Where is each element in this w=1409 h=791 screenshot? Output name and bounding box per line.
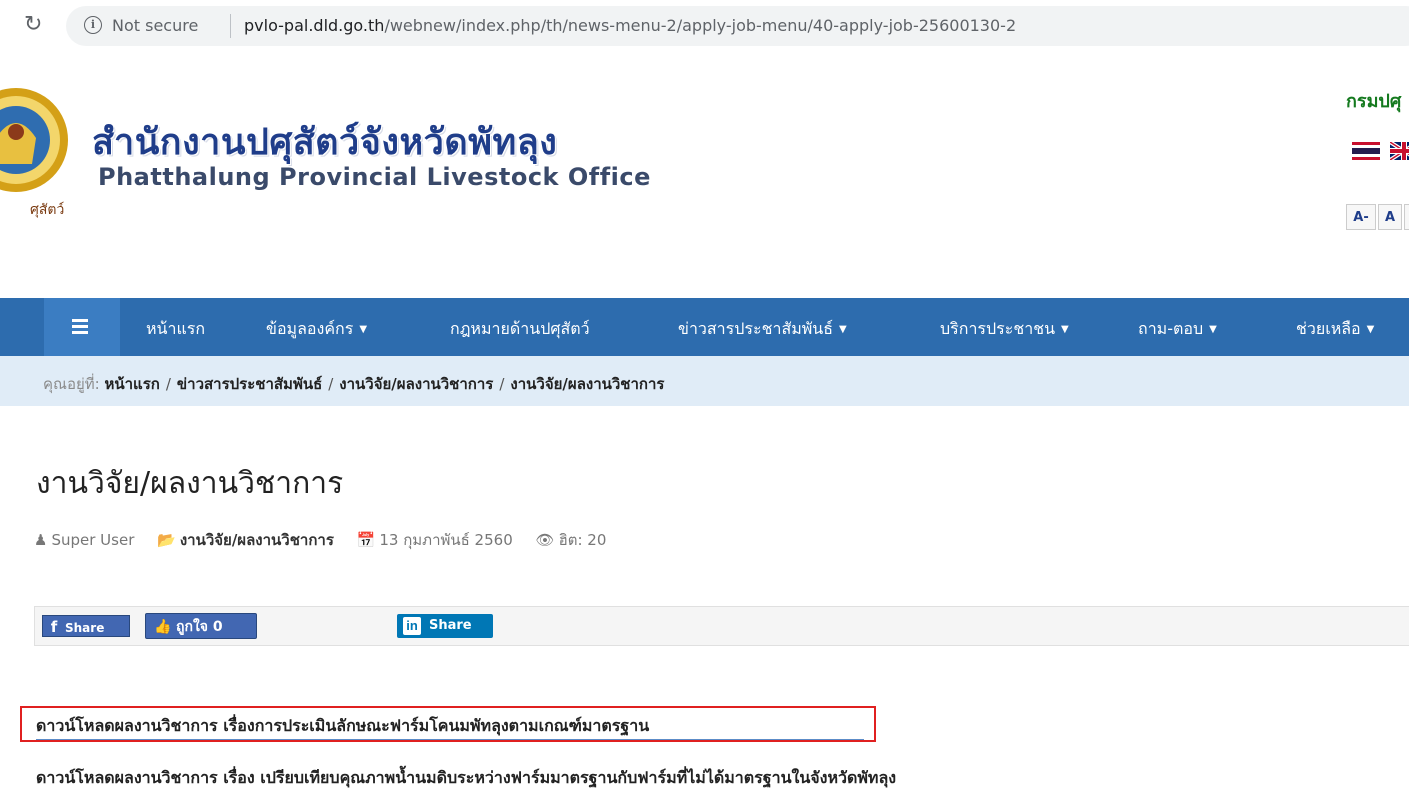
site-title-english[interactable]: Phatthalung Provincial Livestock Office [98,163,651,191]
nav-item-organization[interactable]: ข้อมูลองค์กร ▼ [266,317,367,342]
user-icon: ♟ [34,531,48,549]
calendar-icon: 📅 [356,531,376,549]
facebook-share-button[interactable]: f Share [42,615,130,637]
font-reset-button[interactable]: A [1378,204,1402,230]
caret-down-icon: ▼ [1061,324,1069,335]
breadcrumb-label: คุณอยู่ที่: [43,375,100,393]
menu-toggle-button[interactable] [44,298,120,356]
caret-down-icon: ▼ [359,324,368,335]
address-divider [230,14,231,38]
hamburger-icon [72,319,88,322]
breadcrumb-research-link[interactable]: งานวิจัย/ผลงานวิชาการ [339,375,493,393]
facebook-like-button[interactable]: 👍 ถูกใจ 0 [145,613,257,639]
nav-item-livestock-law[interactable]: กฎหมายด้านปศุสัตว์ [450,317,590,342]
url-text[interactable]: pvlo-pal.dld.go.th/webnew/index.php/th/n… [244,16,1016,35]
address-bar[interactable]: i Not secure pvlo-pal.dld.go.th/webnew/i… [66,6,1409,46]
site-title-thai[interactable]: สำนักงานปศุสัตว์จังหวัดพัทลุง [92,113,557,170]
page-title: งานวิจัย/ผลงานวิชาการ [36,466,344,501]
reload-icon[interactable]: ↻ [24,14,42,36]
breadcrumb-news-link[interactable]: ข่าวสารประชาสัมพันธ์ [177,375,322,393]
share-bar: f Share 👍 ถูกใจ 0 in Share [34,606,1409,646]
download-link[interactable]: ดาวน์โหลดผลงานวิชาการ เรื่อง เปรียบเทียบ… [36,766,896,791]
caret-down-icon: ▼ [839,324,847,335]
uk-flag-icon[interactable] [1390,142,1409,160]
url-path: /webnew/index.php/th/news-menu-2/apply-j… [384,16,1017,35]
caret-down-icon: ▼ [1366,324,1375,335]
eye-icon: 👁 [535,531,555,549]
folder-icon: 📂 [157,531,176,549]
font-decrease-button[interactable]: A- [1346,204,1376,230]
nav-item-home[interactable]: หน้าแรก [146,317,205,342]
breadcrumb: คุณอยู่ที่: หน้าแรก / ข่าวสารประชาสัมพันธ์… [0,356,1409,406]
department-link[interactable]: กรมปศุ [1346,86,1401,115]
article-date: 13 กุมภาพันธ์ 2560 [379,531,513,549]
article-meta: ♟ Super User 📂 งานวิจัย/ผลงานวิชาการ 📅 13 ก… [34,528,624,552]
linkedin-share-button[interactable]: in Share [397,614,493,638]
site-header: ศุสัตว์ สำนักงานปศุสัตว์จังหวัดพัทลุง Ph… [0,52,1409,298]
url-host: pvlo-pal.dld.go.th [244,16,385,35]
nav-item-help[interactable]: ช่วยเหลือ ▼ [1296,317,1374,342]
nav-item-public-service[interactable]: บริการประชาชน ▼ [940,317,1069,342]
hamburger-icon [72,331,88,334]
svg-text:ศุสัตว์: ศุสัตว์ [30,201,64,218]
security-label: Not secure [112,16,199,35]
divider [36,739,864,740]
article-author: Super User [51,531,135,549]
nav-item-faq[interactable]: ถาม-ตอบ ▼ [1138,317,1217,342]
article-hits: ฮิต: 20 [558,531,607,549]
facebook-icon: f [50,618,58,636]
department-seal-logo[interactable]: ศุสัตว์ [0,78,70,218]
thai-flag-icon[interactable] [1352,142,1380,160]
download-link[interactable]: ดาวน์โหลดผลงานวิชาการ เรื่องการประเมินลั… [36,714,649,739]
info-icon[interactable]: i [84,16,102,34]
nav-item-news[interactable]: ข่าวสารประชาสัมพันธ์ ▼ [678,317,847,342]
caret-down-icon: ▼ [1209,324,1217,335]
article-category-link[interactable]: งานวิจัย/ผลงานวิชาการ [180,531,334,549]
main-navigation: หน้าแรก ข้อมูลองค์กร ▼ กฎหมายด้านปศุสัตว์… [0,298,1409,356]
font-increase-button[interactable] [1404,204,1409,230]
thumbs-up-icon: 👍 [154,619,172,635]
hamburger-icon [72,325,88,328]
browser-toolbar: ↻ i Not secure pvlo-pal.dld.go.th/webnew… [0,0,1409,52]
breadcrumb-current: งานวิจัย/ผลงานวิชาการ [510,375,665,393]
breadcrumb-home-link[interactable]: หน้าแรก [104,375,159,393]
linkedin-icon: in [403,617,421,635]
